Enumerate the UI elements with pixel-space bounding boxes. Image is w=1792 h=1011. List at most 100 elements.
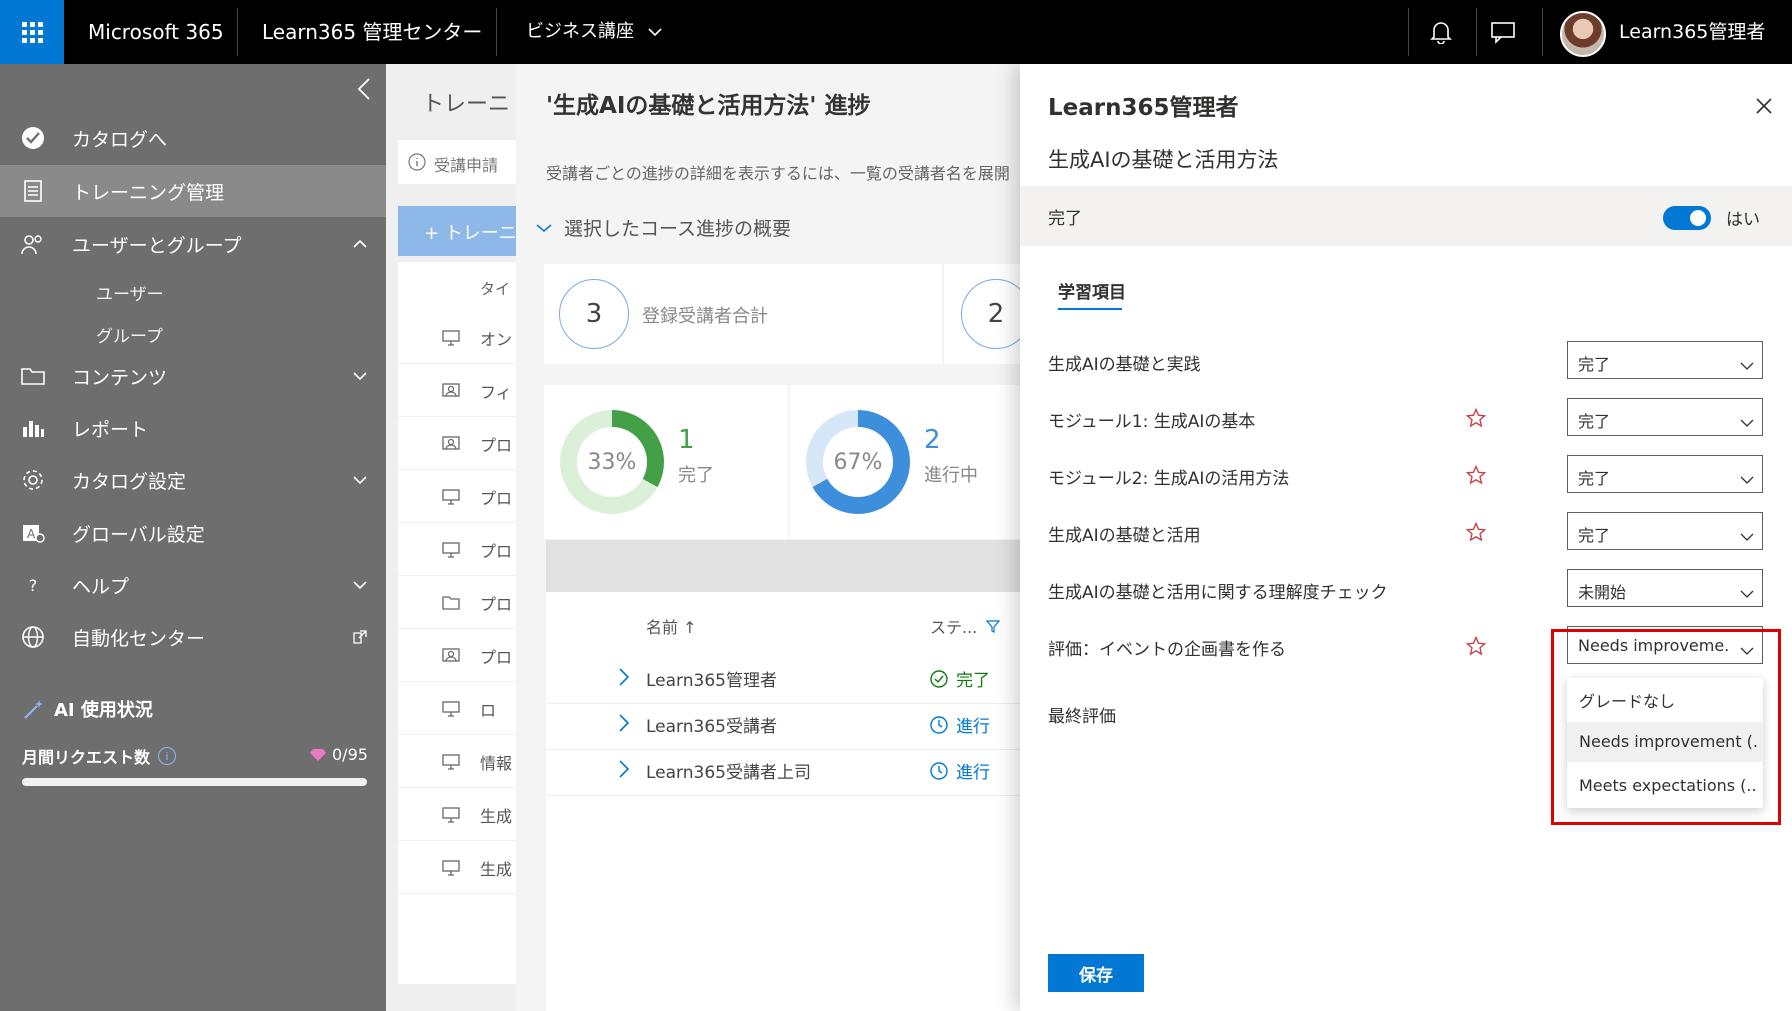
info-icon — [408, 153, 426, 171]
learner-status: 進行 — [930, 712, 990, 737]
column-header-status[interactable]: ステ... — [930, 614, 1001, 638]
chevron-right-icon[interactable] — [618, 667, 634, 689]
status-dropdown[interactable]: 完了 — [1567, 398, 1763, 436]
tab-learning-items[interactable]: 学習項目 — [1058, 278, 1126, 303]
external-link-icon — [352, 629, 368, 645]
course-title: 生成AIの基礎と活用方法 — [1048, 148, 1279, 172]
in-progress-card: 67% 2 進行中 — [790, 385, 1020, 539]
feedback-icon[interactable] — [1488, 17, 1518, 47]
second-summary-count: 2 — [961, 279, 1020, 349]
sidebar-item-reports[interactable]: レポート — [0, 402, 386, 454]
progress-title: '生成AIの基礎と活用方法' 進捗 — [546, 93, 871, 119]
sidebar-item-help[interactable]: ? ヘルプ — [0, 559, 386, 611]
status-dropdown-value: 未開始 — [1578, 583, 1627, 602]
check-circle-icon — [930, 669, 948, 688]
sidebar-item-label: 自動化センター — [72, 627, 206, 650]
sidebar-item-label: グローバル設定 — [72, 523, 205, 546]
sidebar: カタログへ トレーニング管理 ユーザーとグループ ユーザー グループ コンテンツ — [0, 64, 386, 1011]
app-launcher-button[interactable] — [0, 0, 64, 64]
user-name[interactable]: Learn365管理者 — [1619, 0, 1765, 64]
chevron-right-icon[interactable] — [618, 713, 634, 735]
complete-toggle[interactable] — [1663, 206, 1711, 230]
chevron-right-icon[interactable] — [618, 759, 634, 781]
status-dropdown[interactable]: 完了 — [1567, 455, 1763, 493]
bell-icon[interactable] — [1426, 17, 1456, 47]
sidebar-item-training[interactable]: トレーニング管理 — [0, 165, 386, 217]
learner-status: 進行 — [930, 758, 990, 783]
list-item-title: プロ — [480, 542, 513, 561]
divider — [1542, 8, 1543, 56]
monitor-icon — [442, 807, 460, 823]
chevron-up-icon — [352, 236, 368, 252]
global-settings-icon: A — [20, 520, 46, 546]
list-item-title: オン — [480, 330, 513, 349]
learner-status-text: 進行 — [956, 717, 990, 737]
list-item[interactable]: プロ — [398, 630, 516, 682]
learner-detail-panel: Learn365管理者 生成AIの基礎と活用方法 完了 はい 学習項目 生成AI… — [1020, 64, 1792, 1011]
app-name[interactable]: Microsoft 365 — [88, 0, 224, 64]
sidebar-item-users-groups[interactable]: ユーザーとグループ — [0, 218, 386, 270]
monitor-icon — [442, 330, 460, 346]
final-grade-label: 最終評価 — [1048, 707, 1116, 727]
close-button[interactable] — [1753, 95, 1775, 117]
status-dropdown-value: 完了 — [1578, 412, 1611, 431]
column-header-name[interactable]: 名前 ↑ — [646, 614, 697, 638]
classroom-icon — [442, 648, 460, 664]
chevron-down-icon — [648, 28, 662, 37]
sidebar-item-global-settings[interactable]: A グローバル設定 — [0, 507, 386, 559]
sidebar-item-label: トレーニング管理 — [72, 181, 225, 204]
catalog-check-icon — [20, 125, 46, 151]
list-item[interactable]: 生成 — [398, 842, 516, 894]
list-item-title: フィ — [480, 383, 512, 402]
add-training-button[interactable]: + トレーニ — [398, 206, 517, 256]
chart-icon — [20, 415, 46, 441]
sidebar-item-label: カタログ設定 — [72, 470, 187, 493]
save-button[interactable]: 保存 — [1048, 954, 1144, 992]
magic-wand-icon — [24, 700, 43, 719]
learning-item-label: 生成AIの基礎と実践 — [1048, 355, 1201, 375]
learner-name[interactable]: Learn365管理者 — [646, 666, 777, 691]
complete-row: 完了 はい — [1020, 186, 1792, 246]
list-item[interactable]: プロ — [398, 577, 516, 629]
list-item[interactable]: プロ — [398, 418, 516, 470]
admin-center-title[interactable]: Learn365 管理センター — [262, 0, 482, 64]
list-item-title: プロ — [480, 595, 513, 614]
list-item-title: 生成 — [480, 807, 513, 826]
collapse-sidebar-button[interactable] — [352, 74, 376, 104]
chevron-down-icon — [352, 368, 368, 384]
progress-summary-label: 選択したコース進捗の概要 — [564, 218, 792, 240]
learner-name[interactable]: Learn365受講者 — [646, 712, 777, 737]
sidebar-item-catalog[interactable]: カタログへ — [0, 112, 386, 164]
nav-menu-dropdown[interactable]: ビジネス講座 — [526, 0, 662, 64]
learner-name[interactable]: Learn365受講者上司 — [646, 758, 811, 783]
sidebar-subitem-users[interactable]: ユーザー — [96, 280, 164, 305]
in-progress-label: 進行中 — [924, 465, 978, 486]
list-item[interactable]: プロ — [398, 524, 516, 576]
gem-icon — [310, 748, 326, 761]
list-item[interactable]: 生成 — [398, 789, 516, 841]
toggle-knob — [1690, 210, 1706, 226]
table-row[interactable]: Learn365受講者上司 進行 — [546, 744, 1020, 796]
learner-status-text: 進行 — [956, 763, 990, 783]
table-row[interactable]: Learn365管理者 完了 — [546, 652, 1020, 704]
progress-summary-toggle[interactable]: 選択したコース進捗の概要 — [536, 214, 791, 241]
list-item[interactable]: オン — [398, 312, 516, 364]
completed-donut: 33% — [560, 410, 664, 514]
info-icon[interactable]: i — [158, 747, 177, 765]
svg-text:A: A — [27, 527, 36, 541]
list-item[interactable]: プロ — [398, 471, 516, 523]
table-row[interactable]: Learn365受講者 進行 — [546, 698, 1020, 750]
chevron-down-icon — [1740, 584, 1754, 598]
list-item[interactable]: 情報 — [398, 736, 516, 788]
avatar[interactable] — [1560, 11, 1606, 57]
list-item[interactable]: フィ — [398, 365, 516, 417]
sidebar-item-catalog-settings[interactable]: カタログ設定 — [0, 454, 386, 506]
chevron-down-icon — [1740, 527, 1754, 541]
status-dropdown[interactable]: 未開始 — [1567, 569, 1763, 607]
sidebar-item-automation-center[interactable]: 自動化センター — [0, 611, 386, 663]
status-dropdown[interactable]: 完了 — [1567, 512, 1763, 550]
sidebar-item-contents[interactable]: コンテンツ — [0, 350, 386, 402]
list-item[interactable]: ロ — [398, 683, 516, 735]
status-dropdown[interactable]: 完了 — [1567, 341, 1763, 379]
sidebar-subitem-groups[interactable]: グループ — [96, 322, 163, 347]
